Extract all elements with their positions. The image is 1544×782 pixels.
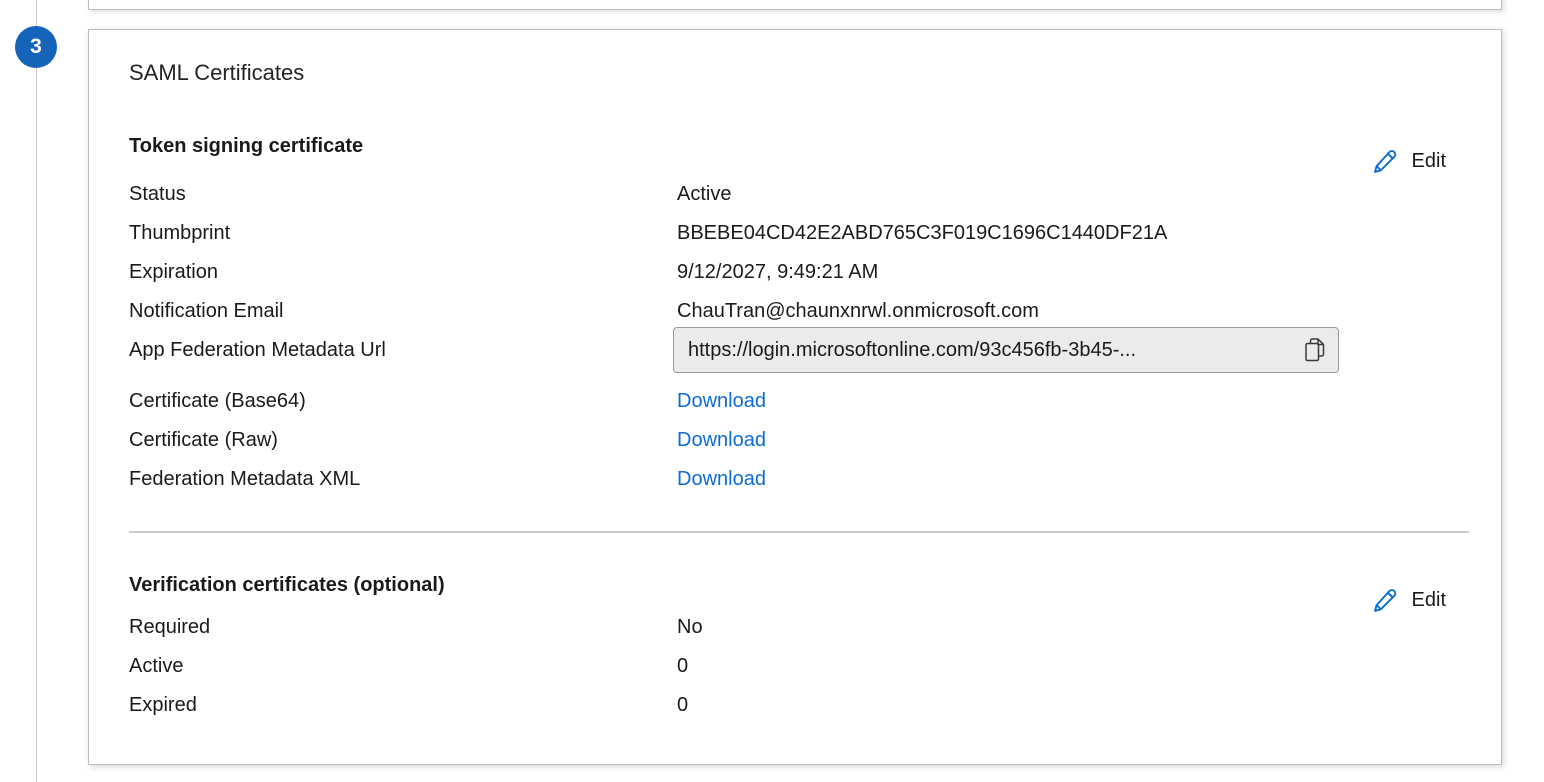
step-3-badge: 3 (15, 26, 57, 68)
section-divider (129, 531, 1469, 533)
edit-pencil-icon (1371, 147, 1399, 175)
thumbprint-row: Thumbprint BBEBE04CD42E2ABD765C3F019C169… (129, 214, 1446, 253)
field-label: Required (129, 616, 677, 639)
field-label: Active (129, 655, 677, 678)
field-label: Federation Metadata XML (129, 468, 677, 491)
saml-sso-step3-page: 3 SAML Certificates Token signing certif… (0, 0, 1544, 782)
edit-button-label: Edit (1412, 586, 1446, 614)
step-number: 3 (30, 35, 42, 59)
certificate-base64-row: Certificate (Base64) Download (129, 382, 1446, 421)
token-signing-certificate-heading: Token signing certificate (129, 134, 1446, 158)
app-federation-metadata-url-row: App Federation Metadata Url https://logi… (129, 326, 1446, 374)
field-value: No (677, 616, 1446, 639)
verification-certificates-heading: Verification certificates (optional) (129, 573, 1446, 597)
download-federation-metadata-xml-link[interactable]: Download (677, 468, 766, 490)
card-title: SAML Certificates (129, 60, 1446, 86)
field-value: Active (677, 183, 1446, 206)
token-signing-certificate-section: Token signing certificate Edit Status Ac… (129, 134, 1446, 499)
required-row: Required No (129, 608, 1446, 647)
active-count-row: Active 0 (129, 647, 1446, 686)
download-certificate-base64-link[interactable]: Download (677, 390, 766, 412)
field-value: 9/12/2027, 9:49:21 AM (677, 261, 1446, 284)
expired-count-row: Expired 0 (129, 686, 1446, 725)
app-federation-metadata-url-field[interactable]: https://login.microsoftonline.com/93c456… (673, 327, 1339, 373)
field-value: ChauTran@chaunxnrwl.onmicrosoft.com (677, 300, 1446, 323)
app-federation-metadata-url-value: https://login.microsoftonline.com/93c456… (688, 339, 1295, 362)
verification-certificates-section: Verification certificates (optional) Edi… (129, 573, 1446, 725)
field-label: App Federation Metadata Url (129, 339, 677, 362)
saml-certificates-card: SAML Certificates Token signing certific… (88, 29, 1502, 765)
copy-to-clipboard-icon[interactable] (1305, 338, 1327, 362)
field-label: Thumbprint (129, 222, 677, 245)
field-value: BBEBE04CD42E2ABD765C3F019C1696C1440DF21A (677, 222, 1446, 245)
field-label: Notification Email (129, 300, 677, 323)
step-connector-line (36, 0, 37, 782)
field-label: Status (129, 183, 677, 206)
field-label: Expired (129, 694, 677, 717)
edit-verification-certificates-button[interactable]: Edit (1371, 586, 1446, 614)
certificate-download-rows: Certificate (Base64) Download Certificat… (129, 382, 1446, 499)
certificate-raw-row: Certificate (Raw) Download (129, 421, 1446, 460)
previous-card-bottom-edge (88, 0, 1502, 10)
federation-metadata-xml-row: Federation Metadata XML Download (129, 460, 1446, 499)
field-label: Certificate (Raw) (129, 429, 677, 452)
expiration-row: Expiration 9/12/2027, 9:49:21 AM (129, 253, 1446, 292)
field-value: 0 (677, 694, 1446, 717)
edit-pencil-icon (1371, 586, 1399, 614)
edit-token-signing-certificate-button[interactable]: Edit (1371, 147, 1446, 175)
field-value: 0 (677, 655, 1446, 678)
download-certificate-raw-link[interactable]: Download (677, 429, 766, 451)
edit-button-label: Edit (1412, 147, 1446, 175)
field-label: Certificate (Base64) (129, 390, 677, 413)
field-label: Expiration (129, 261, 677, 284)
status-row: Status Active (129, 175, 1446, 214)
